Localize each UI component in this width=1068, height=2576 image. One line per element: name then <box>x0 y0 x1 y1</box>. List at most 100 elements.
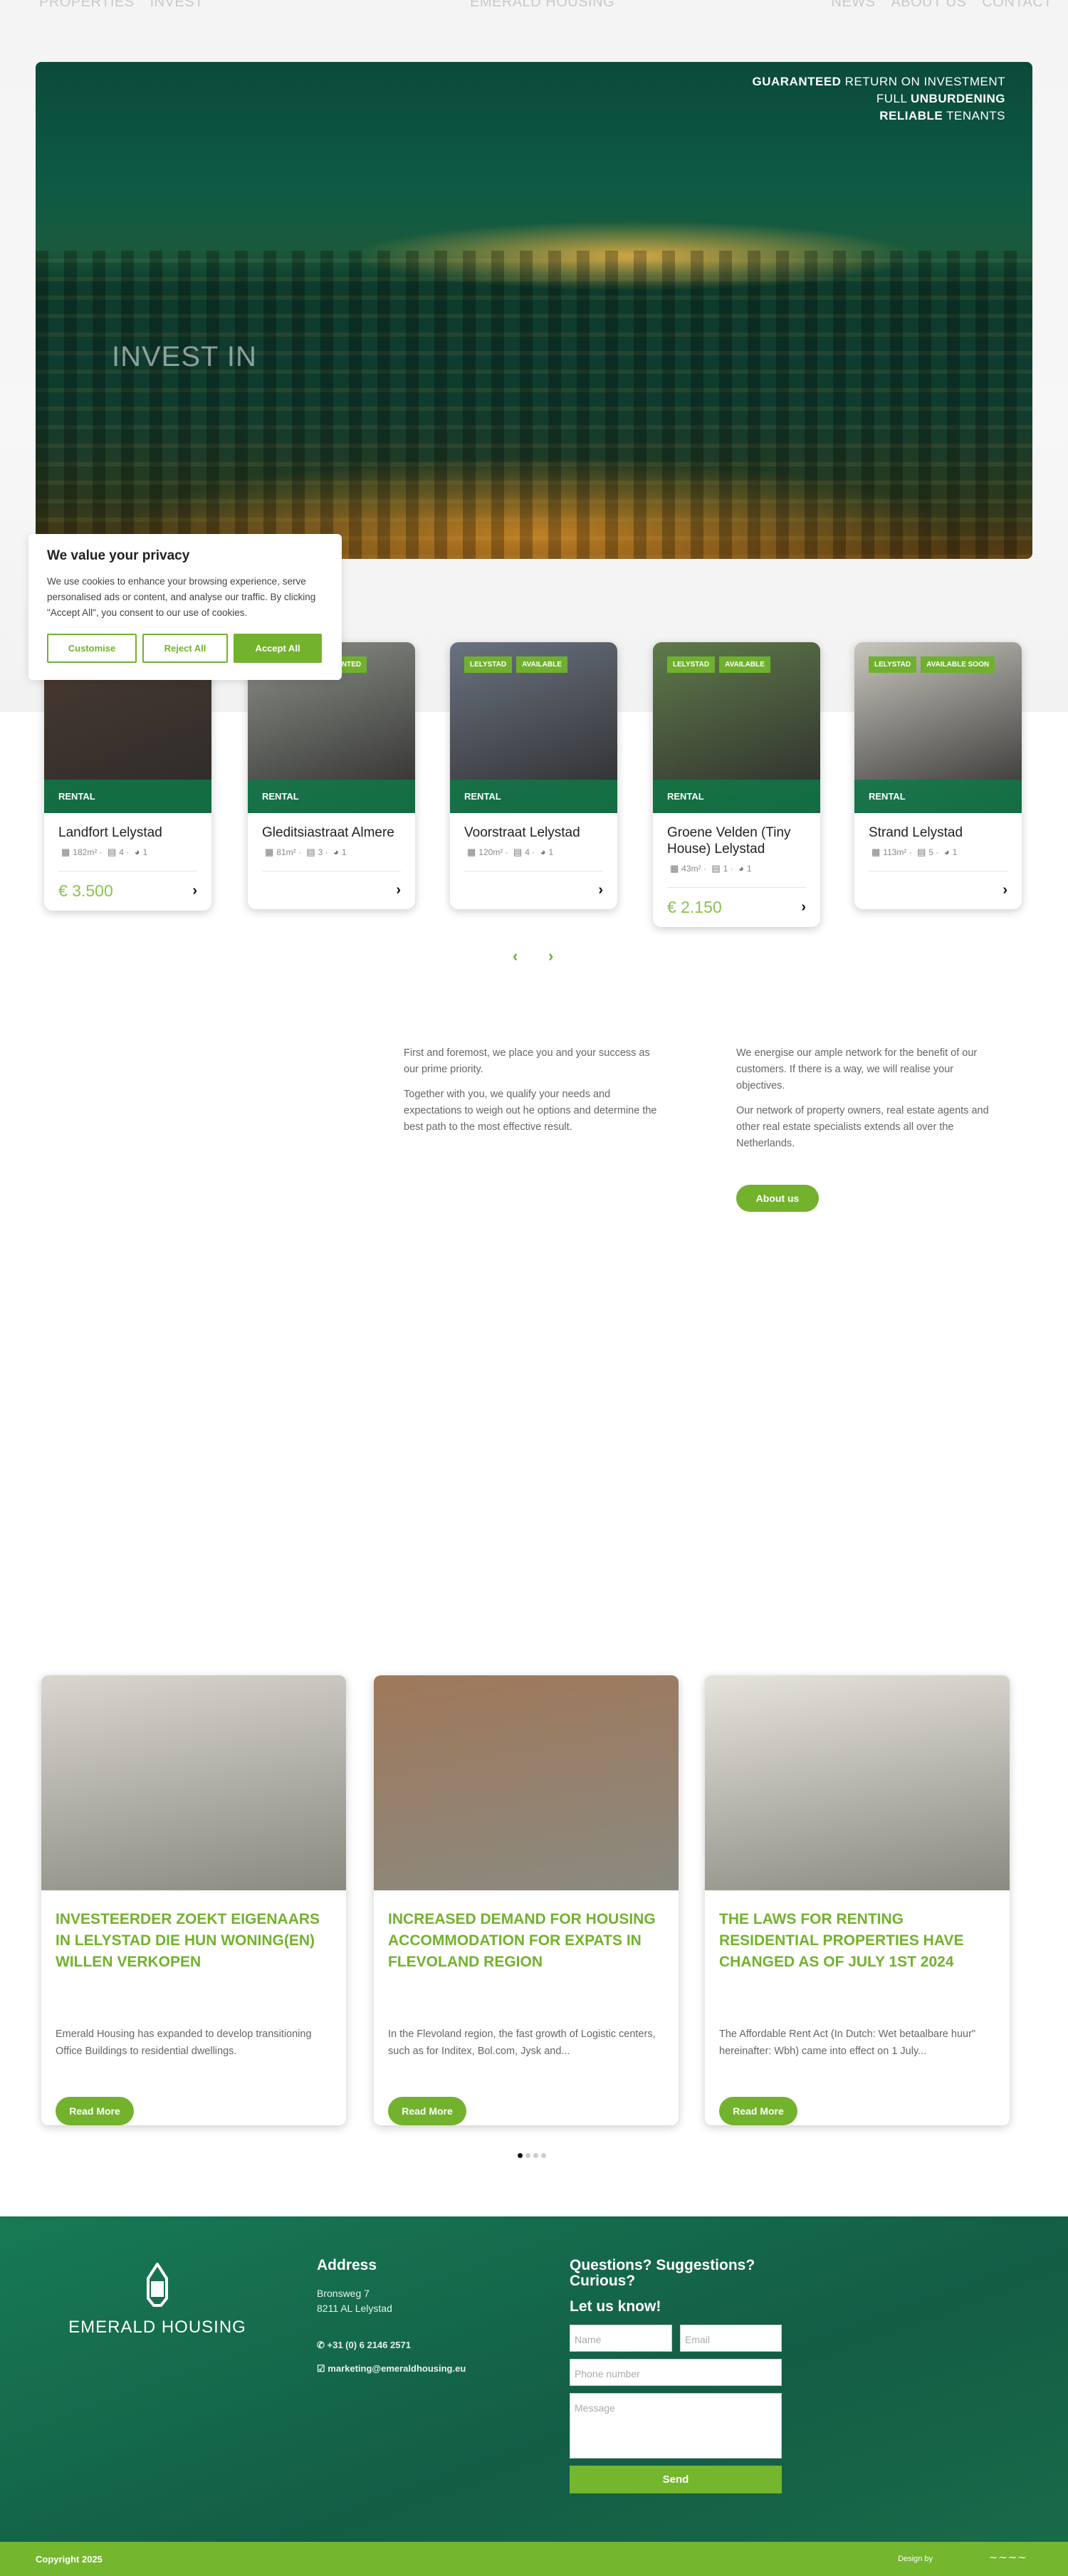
bed-icon: ▤ <box>107 847 117 857</box>
read-more-button[interactable]: Read More <box>719 2097 797 2125</box>
hero-city-image <box>36 251 1032 559</box>
chevron-right-icon[interactable]: › <box>396 882 401 899</box>
designer-logo[interactable]: ∼∼∼∼ <box>988 2550 1027 2564</box>
chevron-right-icon[interactable]: › <box>1002 882 1007 899</box>
news-pagination <box>518 2153 546 2158</box>
chevron-right-icon[interactable]: › <box>598 882 603 899</box>
area-icon: ▦ <box>265 847 274 857</box>
pagination-dot[interactable] <box>525 2153 530 2158</box>
news-excerpt: In the Flevoland region, the fast growth… <box>388 2028 656 2057</box>
mail-icon: ☑ <box>317 2363 328 2374</box>
send-button[interactable]: Send <box>570 2466 782 2493</box>
nav-left: PROPERTIES INVEST <box>39 0 219 11</box>
property-badge: LELYSTAD <box>869 656 917 673</box>
copyright-text: Copyright 2025 <box>36 2554 103 2565</box>
area-icon: ▦ <box>670 863 679 874</box>
questions-heading: Questions? Suggestions? Curious? <box>570 2257 755 2289</box>
property-type: RENTAL <box>854 780 1022 813</box>
phone-icon: ✆ <box>317 2340 328 2350</box>
property-badge: LELYSTAD <box>667 656 716 673</box>
bath-icon: ◕ <box>738 863 744 874</box>
property-name[interactable]: Strand Lelystad <box>869 824 1007 841</box>
news-photo <box>705 1675 1010 1890</box>
property-specs: ▦ 182m² · ▤ 4 · ◕ 1 <box>61 847 148 857</box>
footer-logo: EMERALD HOUSING <box>68 2261 246 2337</box>
chevron-right-icon[interactable]: › <box>801 899 806 916</box>
property-photo: LELYSTAD AVAILABLE RENTAL <box>450 642 617 813</box>
property-card[interactable]: LELYSTAD AVAILABLE RENTAL Voorstraat Lely… <box>450 642 617 909</box>
property-badge: LELYSTAD <box>464 656 513 673</box>
news-title[interactable]: THE LAWS FOR RENTING RESIDENTIAL PROPERT… <box>705 1890 1010 2026</box>
let-us-know-heading: Let us know! <box>570 2298 661 2315</box>
property-card[interactable]: LELYSTAD AVAILABLE SOON RENTAL Strand Lel… <box>854 642 1022 909</box>
property-specs: ▦ 43m² · ▤ 1 · ◕ 1 <box>670 863 752 874</box>
news-photo <box>374 1675 679 1890</box>
phone-input[interactable]: Phone number <box>570 2359 782 2386</box>
property-name[interactable]: Voorstraat Lelystad <box>464 824 603 841</box>
nav-properties[interactable]: PROPERTIES <box>39 0 135 10</box>
phone-link[interactable]: ✆ +31 (0) 6 2146 2571 <box>317 2337 411 2352</box>
news-card: INCREASED DEMAND FOR HOUSING ACCOMMODATI… <box>374 1675 679 2125</box>
bed-icon: ▤ <box>306 847 315 857</box>
nav-about-us[interactable]: ABOUT US <box>891 0 966 10</box>
nav-right: NEWS ABOUT US CONTACT <box>831 0 1068 11</box>
nav-invest[interactable]: INVEST <box>150 0 204 10</box>
message-textarea[interactable]: Message <box>570 2393 782 2459</box>
area-icon: ▦ <box>871 847 881 857</box>
news-photo <box>41 1675 346 1890</box>
property-specs: ▦ 120m² · ▤ 4 · ◕ 1 <box>467 847 554 857</box>
about-us-button[interactable]: About us <box>736 1185 819 1212</box>
pagination-dot[interactable] <box>533 2153 538 2158</box>
property-card[interactable]: LELYSTAD AVAILABLE RENTAL Groene Velden (… <box>653 642 820 927</box>
property-type: RENTAL <box>450 780 617 813</box>
copyright-bar: Copyright 2025 Design by ∼∼∼∼ <box>0 2542 1068 2576</box>
chevron-right-icon[interactable]: › <box>192 883 197 899</box>
email-input[interactable]: Email <box>680 2325 782 2352</box>
emerald-logo-icon <box>147 2261 168 2307</box>
property-name[interactable]: Landfort Lelystad <box>58 824 197 841</box>
logo[interactable]: EMERALD HOUSING <box>470 0 630 11</box>
accept-all-button[interactable]: Accept All <box>234 634 322 663</box>
bed-icon: ▤ <box>917 847 926 857</box>
bed-icon: ▤ <box>711 863 721 874</box>
area-icon: ▦ <box>467 847 476 857</box>
property-price: € 2.150 <box>667 898 722 916</box>
area-icon: ▦ <box>61 847 70 857</box>
property-type: RENTAL <box>248 780 415 813</box>
name-input[interactable]: Name <box>570 2325 672 2352</box>
property-card[interactable]: RENTAL Landfort Lelystad ▦ 182m² · ▤ 4 · ◕… <box>44 642 211 911</box>
read-more-button[interactable]: Read More <box>388 2097 466 2125</box>
news-title[interactable]: INCREASED DEMAND FOR HOUSING ACCOMMODATI… <box>374 1890 679 2026</box>
nav-contact[interactable]: CONTACT <box>982 0 1052 10</box>
email-link[interactable]: ☑ marketing@emeraldhousing.eu <box>317 2361 466 2376</box>
pagination-dot[interactable] <box>541 2153 546 2158</box>
footer: EMERALD HOUSING Address Bronsweg 7 8211 A… <box>0 2216 1068 2542</box>
bed-icon: ▤ <box>513 847 523 857</box>
bath-icon: ◕ <box>540 847 546 857</box>
read-more-button[interactable]: Read More <box>56 2097 134 2125</box>
property-photo: LELYSTAD AVAILABLE RENTAL <box>653 642 820 813</box>
bath-icon: ◕ <box>134 847 140 857</box>
nav-news[interactable]: NEWS <box>831 0 875 10</box>
hero-heading: INVEST IN <box>112 341 257 372</box>
cookie-banner: We value your privacy We use cookies to … <box>28 534 342 680</box>
property-specs: ▦ 81m² · ▤ 3 · ◕ 1 <box>265 847 347 857</box>
reject-all-button[interactable]: Reject All <box>142 634 228 663</box>
property-name[interactable]: Gleditsiastraat Almere <box>262 824 401 841</box>
bath-icon: ◕ <box>943 847 950 857</box>
property-name[interactable]: Groene Velden (Tiny House) Lelystad <box>667 824 806 857</box>
cookie-text: We use cookies to enhance your browsing … <box>47 576 316 618</box>
property-specs: ▦ 113m² · ▤ 5 · ◕ 1 <box>871 847 958 857</box>
carousel-prev-button[interactable]: ‹ <box>513 947 518 965</box>
cookie-title: We value your privacy <box>47 548 190 563</box>
news-excerpt: Emerald Housing has expanded to develop … <box>56 2028 312 2057</box>
property-card[interactable]: RENTED RENTAL Gleditsiastraat Almere ▦ 81… <box>248 642 415 909</box>
pagination-dot[interactable] <box>518 2153 523 2158</box>
carousel-next-button[interactable]: › <box>548 947 553 965</box>
customise-button[interactable]: Customise <box>47 634 137 663</box>
address: Bronsweg 7 8211 AL Lelystad <box>317 2288 392 2314</box>
news-title[interactable]: INVESTEERDER ZOEKT EIGENAARS IN LELYSTAD… <box>41 1890 346 2026</box>
property-badge: AVAILABLE SOON <box>921 656 995 673</box>
property-type: RENTAL <box>44 780 211 813</box>
property-photo: LELYSTAD AVAILABLE SOON RENTAL <box>854 642 1022 813</box>
